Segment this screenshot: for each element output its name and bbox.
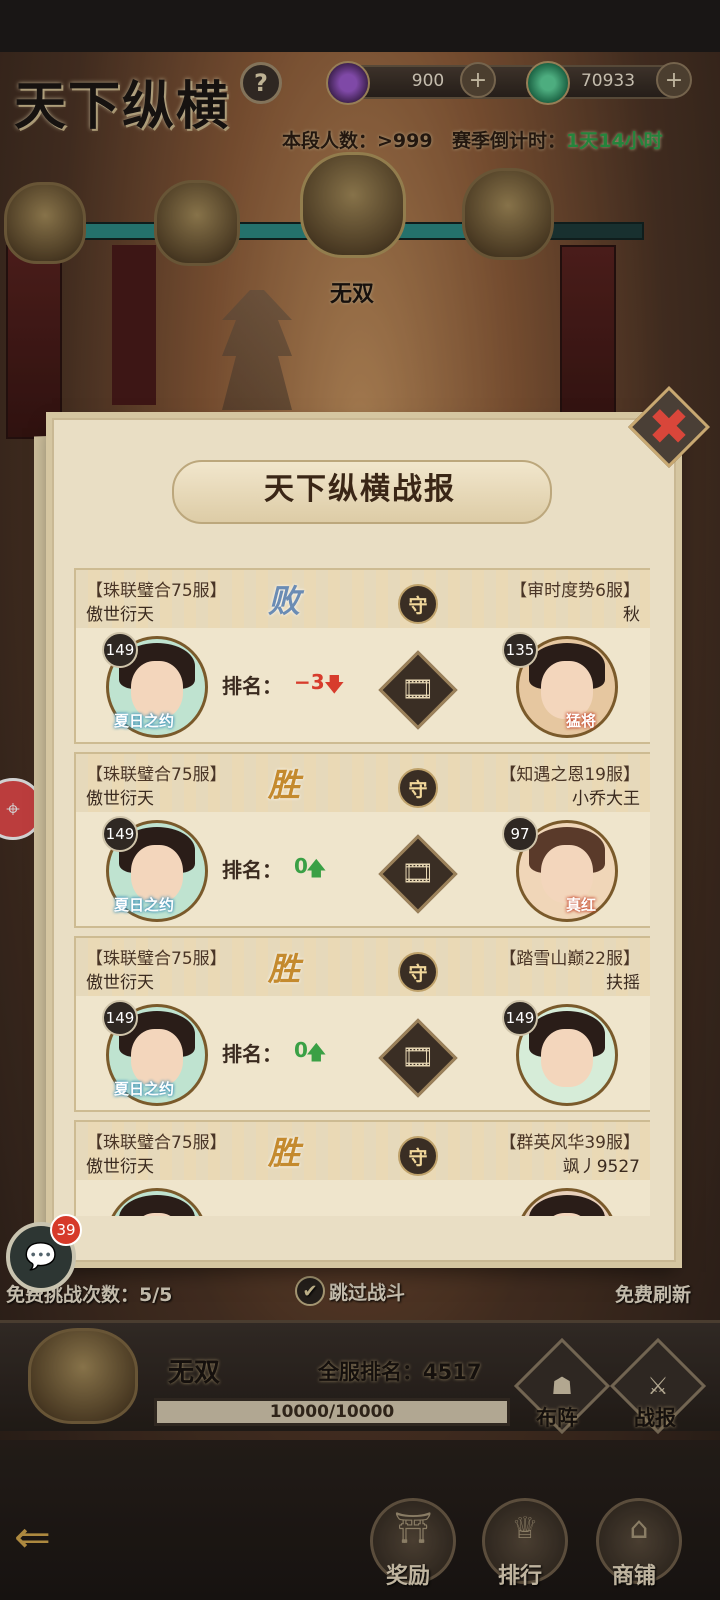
chat-unread-badge: 39 bbox=[50, 1214, 82, 1246]
left-server: 【珠联璧合75服】 bbox=[86, 1133, 227, 1153]
film-icon[interactable]: 🎞 bbox=[390, 846, 446, 902]
left-server: 【珠联璧合75服】 bbox=[86, 949, 227, 969]
left-level: 149 bbox=[102, 632, 138, 668]
rank-label: 排名： bbox=[222, 858, 282, 882]
right-player-name: 秋 bbox=[623, 605, 640, 625]
defend-icon: 守 bbox=[398, 952, 438, 992]
arrow-up-icon: 🡅 bbox=[306, 856, 327, 880]
right-level: 149 bbox=[502, 1000, 538, 1036]
dialog-title: 天下纵横战报 bbox=[264, 472, 456, 507]
left-skin-tag: 夏日之约 bbox=[114, 896, 175, 914]
right-server: 【群英风华39服】 bbox=[499, 1133, 640, 1153]
right-skin-tag: 真红 bbox=[565, 896, 596, 914]
film-icon[interactable]: 🎞 bbox=[390, 662, 446, 718]
right-level: 135 bbox=[502, 632, 538, 668]
left-avatar[interactable] bbox=[106, 1188, 208, 1216]
rank-label: 排名： bbox=[222, 1042, 282, 1066]
right-player-name: 扶摇 bbox=[606, 973, 640, 993]
report-list[interactable]: 【珠联璧合75服】 傲世衍天 败 守 【审时度势6服】 秋 149 夏日之约 排… bbox=[74, 568, 650, 1216]
report-card: 【珠联璧合75服】 傲世衍天 胜 守 【踏雪山巅22服】 扶摇 149 夏日之约… bbox=[74, 936, 650, 1112]
rank-change: −3 bbox=[294, 670, 325, 694]
right-player-name: 飒丿9527 bbox=[562, 1157, 640, 1177]
defend-icon: 守 bbox=[398, 1136, 438, 1176]
left-player-name: 傲世衍天 bbox=[86, 605, 154, 625]
arrow-down-icon: 🡇 bbox=[324, 672, 345, 696]
left-level: 149 bbox=[102, 816, 138, 852]
left-player-name: 傲世衍天 bbox=[86, 1157, 154, 1177]
result-badge: 败 bbox=[268, 582, 300, 620]
chat-icon: 💬 bbox=[24, 1242, 58, 1272]
right-skin-tag: 猛将 bbox=[565, 712, 596, 730]
close-icon[interactable]: ✖ bbox=[640, 398, 698, 456]
report-card: 【珠联璧合75服】 傲世衍天 胜 守 【知遇之恩19服】 小乔大王 149 夏日… bbox=[74, 752, 650, 928]
left-server: 【珠联璧合75服】 bbox=[86, 581, 227, 601]
rank-label: 排名： bbox=[222, 674, 282, 698]
right-server: 【知遇之恩19服】 bbox=[499, 765, 640, 785]
right-player-name: 小乔大王 bbox=[572, 789, 640, 809]
left-skin-tag: 夏日之约 bbox=[114, 712, 175, 730]
left-player-name: 傲世衍天 bbox=[86, 973, 154, 993]
right-server: 【审时度势6服】 bbox=[510, 581, 640, 601]
report-card: 【珠联璧合75服】 傲世衍天 败 守 【审时度势6服】 秋 149 夏日之约 排… bbox=[74, 568, 650, 744]
left-server: 【珠联璧合75服】 bbox=[86, 765, 227, 785]
film-icon[interactable]: 🎞 bbox=[390, 1030, 446, 1086]
report-card: 【珠联璧合75服】 傲世衍天 胜 守 【群英风华39服】 飒丿9527 bbox=[74, 1120, 650, 1216]
right-server: 【踏雪山巅22服】 bbox=[499, 949, 640, 969]
right-level: 97 bbox=[502, 816, 538, 852]
result-badge: 胜 bbox=[268, 766, 300, 804]
defend-icon: 守 bbox=[398, 584, 438, 624]
right-avatar[interactable] bbox=[516, 1188, 618, 1216]
result-badge: 胜 bbox=[268, 950, 300, 988]
left-player-name: 傲世衍天 bbox=[86, 789, 154, 809]
result-badge: 胜 bbox=[268, 1134, 300, 1172]
left-level: 149 bbox=[102, 1000, 138, 1036]
arrow-up-icon: 🡅 bbox=[306, 1040, 327, 1064]
left-skin-tag: 夏日之约 bbox=[114, 1080, 175, 1098]
defend-icon: 守 bbox=[398, 768, 438, 808]
